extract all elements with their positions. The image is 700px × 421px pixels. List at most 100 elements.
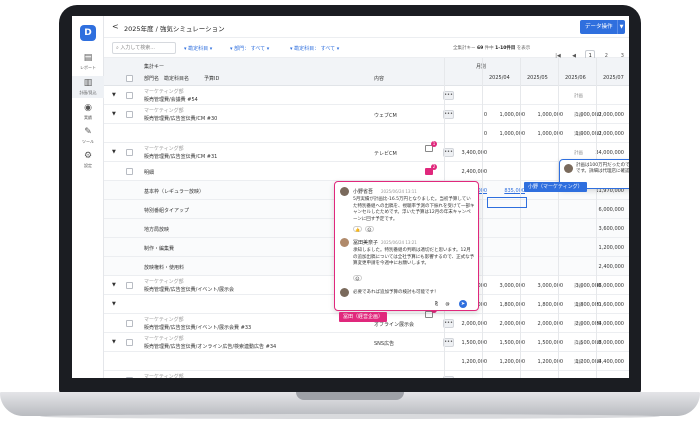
report-icon: ▤ xyxy=(83,53,93,63)
cell-value[interactable]: 2,000,000 xyxy=(485,321,525,327)
cell-value[interactable]: 2,000,000 xyxy=(523,321,563,327)
expand-icon[interactable]: ▼ xyxy=(112,282,116,288)
row-checkbox[interactable] xyxy=(126,111,133,118)
col-account: 勘定科目名 xyxy=(164,76,190,82)
cell-value[interactable]: 1,000,000 xyxy=(523,112,563,118)
detail-name: 基本枠（レギュラー放映） xyxy=(144,189,205,195)
dept-name: マーケティング部 xyxy=(144,146,184,152)
row-checkbox[interactable] xyxy=(126,282,133,289)
user-cursor-tag: 冨田（経営企画） xyxy=(339,312,388,322)
cell-value[interactable]: 0 xyxy=(447,131,487,137)
send-button[interactable]: ➤ xyxy=(459,300,467,308)
cell-value[interactable]: 3,000,000 xyxy=(523,283,563,289)
search-input[interactable]: ⌕ 入力して検索... xyxy=(112,42,176,54)
column-divider xyxy=(596,58,597,378)
cell-value[interactable]: 1,000,000 xyxy=(485,131,525,137)
row-checkbox[interactable] xyxy=(126,377,133,378)
row-checkbox[interactable] xyxy=(126,320,133,327)
account-name: 販売管理費/会議費 #54 xyxy=(144,97,198,103)
cell-value[interactable]: 1,500,000 xyxy=(485,340,525,346)
laptop-frame: D ▤ レポート ▥ 計画/見込 ◉ 実績 ✎ ツール ⚙ 設定 < 2025年… xyxy=(0,0,700,421)
filter-account-all-button[interactable]: ▾ 勘定科目： すべて ▾ xyxy=(290,45,339,52)
expand-icon[interactable]: ▼ xyxy=(112,301,116,307)
back-icon[interactable]: < xyxy=(112,22,119,31)
cell-value[interactable]: 1,500,000 xyxy=(447,340,487,346)
attach-icon[interactable]: ⎘ xyxy=(432,301,441,307)
cell-value[interactable]: 3,400,000 xyxy=(447,150,487,156)
annual-total: 12,000,000 xyxy=(595,112,624,118)
cell-value[interactable]: 0 xyxy=(447,112,487,118)
cell-value[interactable]: 1,800,000 xyxy=(485,302,525,308)
filter-account-button[interactable]: ▾ 勘定科目 ▾ xyxy=(184,45,212,52)
table-row: マーケティング部販売管理費/広告宣伝費/オンライン広告/検索連動広告 #35動画… xyxy=(104,371,629,378)
table-row: ▼ マーケティング部 販売管理費/広告宣伝費/オンライン広告/検索連動広告 #34 S… xyxy=(104,333,629,352)
cell-value[interactable]: 1,000,000 xyxy=(485,112,525,118)
sidebar-item-label: 実績 xyxy=(84,115,92,120)
count-suffix: 件中 xyxy=(484,46,494,51)
account-name: 販売管理費/広告宣伝費/CM #31 xyxy=(144,154,218,160)
filter-dept-button[interactable]: ▾ 部門： すべて ▾ xyxy=(230,45,269,52)
account-name: 販売管理費/広告宣伝費/イベント/展示会費 #33 xyxy=(144,325,252,331)
row-checkbox[interactable] xyxy=(126,168,133,175)
search-icon: ⌕ xyxy=(116,45,119,51)
sidebar-item-actual[interactable]: ◉ 実績 xyxy=(72,104,104,121)
cell-value[interactable]: 1,800,000 xyxy=(523,302,563,308)
cell-value[interactable]: 1,000,000 xyxy=(523,131,563,137)
pagination: |◀ ◀ 1 2 3 4 ▶ ▶| xyxy=(553,42,629,79)
cell-value[interactable]: 3,000,000 xyxy=(485,283,525,289)
add-reaction-icon[interactable]: ☺ xyxy=(365,226,374,232)
range-value: 1-10件目 xyxy=(495,46,516,51)
cell-value[interactable]: 1,200,000 xyxy=(485,359,525,365)
like-reaction-icon[interactable]: 👍 xyxy=(353,226,362,232)
row-checkbox[interactable] xyxy=(126,92,133,99)
add-reaction-icon[interactable]: ☺ xyxy=(353,275,362,281)
data-operation-label: データ操作 xyxy=(585,24,613,30)
account-name: 販売管理費/広告宣伝費/CM #30 xyxy=(144,116,218,122)
col-month-4: 2025/07 xyxy=(603,75,624,81)
dept-name: マーケティング部 xyxy=(144,336,184,342)
plan-actual-label: 計画 xyxy=(574,341,583,346)
row-checkbox[interactable] xyxy=(126,149,133,156)
row-checkbox[interactable] xyxy=(126,339,133,346)
expand-icon[interactable]: ▼ xyxy=(112,149,116,155)
sidebar-item-settings[interactable]: ⚙ 設定 xyxy=(72,152,104,169)
comment-body: 5月実績が計画比-16.5万円となりました。当初予算していた特別番組への出稿を、… xyxy=(353,197,475,222)
sidebar-item-report[interactable]: ▤ レポート xyxy=(72,54,104,71)
cell-value[interactable]: 2,400,000 xyxy=(447,169,487,175)
expand-icon[interactable]: ▼ xyxy=(112,92,116,98)
avatar xyxy=(340,238,349,247)
comment-input[interactable]: 必要であれば追加予算の検討も可能です！ xyxy=(353,290,463,297)
sidebar-item-tool[interactable]: ✎ ツール xyxy=(72,128,104,145)
account-name: 明細 xyxy=(144,170,155,176)
select-all-checkbox[interactable] xyxy=(126,75,133,82)
annual-total: 2,400,000 xyxy=(598,264,624,270)
expand-icon[interactable]: ▼ xyxy=(112,339,116,345)
sidebar-item-plan[interactable]: ▥ 計画/見込 xyxy=(72,76,104,98)
detail-name: 制作・編集費 xyxy=(144,246,175,252)
dept-name: マーケティング部 xyxy=(144,279,184,285)
plan-actual-label: 計画 xyxy=(574,94,583,99)
plan-actual-label: 計画 xyxy=(574,151,583,156)
cell-value[interactable]: 835,000 xyxy=(485,188,525,194)
wrench-icon: ✎ xyxy=(84,127,92,137)
plan-actual-label: 実績 xyxy=(574,132,583,137)
comment-body: 承知しました。特別番組の判断は適切だと思います。12月の追加出稿については全社予… xyxy=(353,248,475,266)
cell-value[interactable]: 1,200,000 xyxy=(523,359,563,365)
comment-thread-popup: 小野省吾 2025/06/24 13:11 5月実績が計画比-16.5万円となり… xyxy=(334,181,479,311)
chevron-down-icon[interactable]: ▼ xyxy=(617,20,625,34)
laptop-notch xyxy=(296,392,404,400)
expand-icon[interactable]: ▼ xyxy=(112,111,116,117)
cell-value[interactable]: 1,500,000 xyxy=(523,340,563,346)
app-logo[interactable]: D xyxy=(80,25,96,41)
mention-icon[interactable]: @ xyxy=(443,301,452,307)
account-name: 販売管理費/広告宣伝費/オンライン広告/検索連動広告 #34 xyxy=(144,344,277,350)
cell-value[interactable]: 2,000,000 xyxy=(447,321,487,327)
range-suffix: を表示 xyxy=(516,46,531,51)
page-header: < 2025年度 / 強気シミュレーション データ操作 ▼ xyxy=(104,16,629,38)
cell-value[interactable]: 1,200,000 xyxy=(447,359,487,365)
laptop-shadow xyxy=(40,414,660,419)
data-operation-button[interactable]: データ操作 ▼ xyxy=(580,20,625,34)
table-row: 0 1,000,000 1,000,000 1,000,000 実績 12,000,000 xyxy=(104,124,629,143)
sidebar: D ▤ レポート ▥ 計画/見込 ◉ 実績 ✎ ツール ⚙ 設定 xyxy=(72,16,104,378)
comment-count-badge: 2 xyxy=(431,164,437,170)
